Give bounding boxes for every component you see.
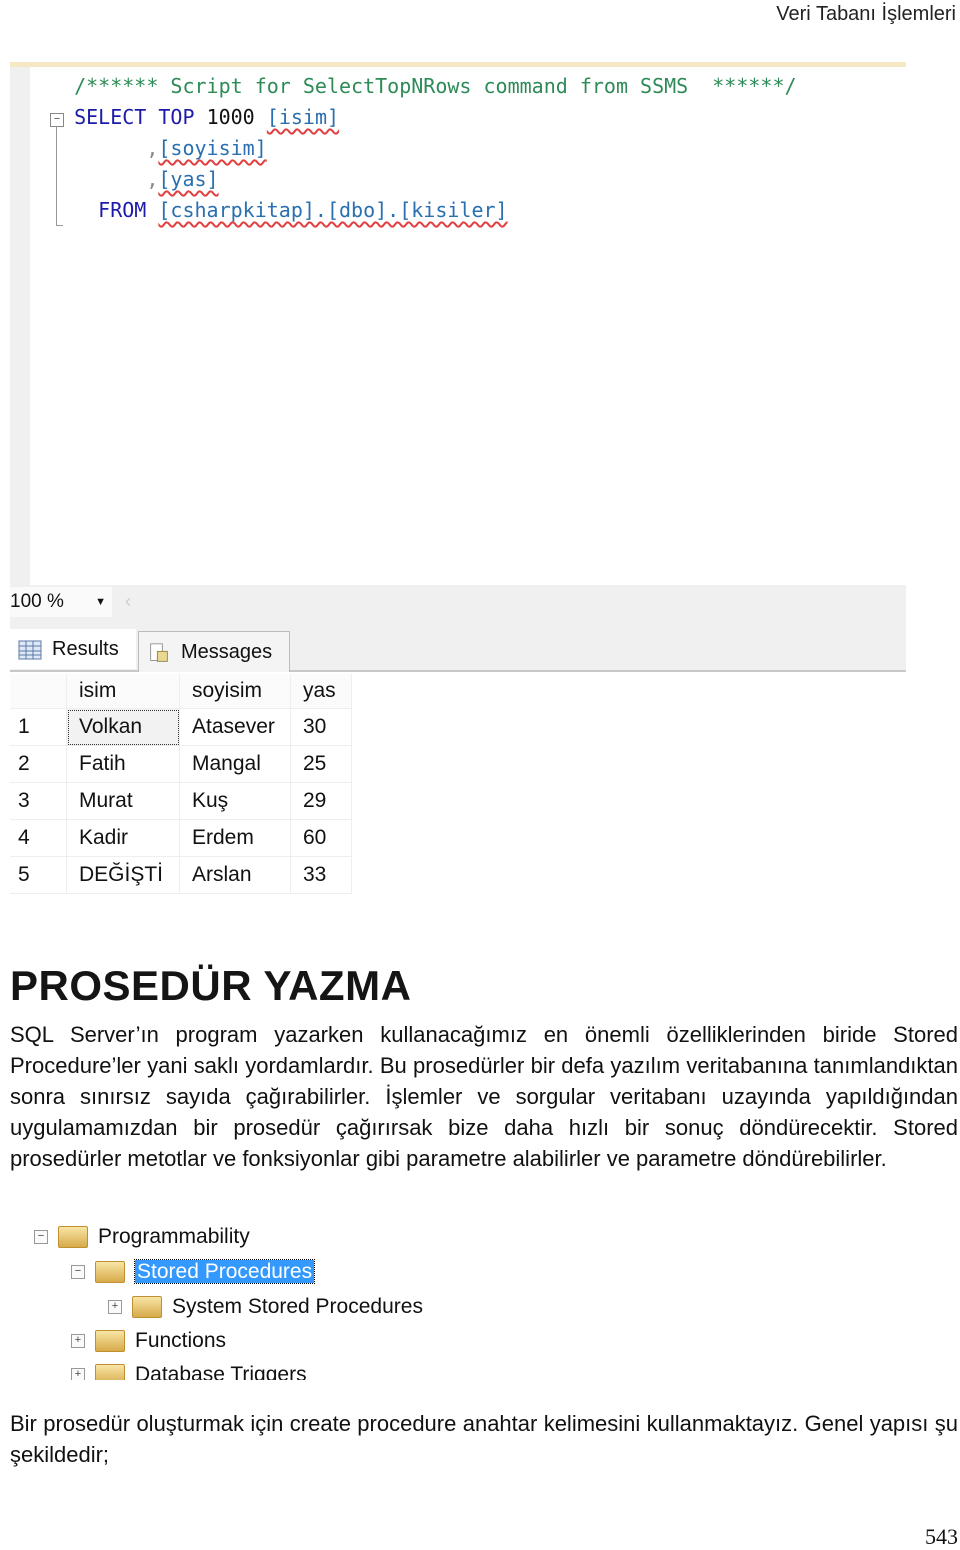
table-row: 2 Fatih Mangal 25: [10, 745, 352, 783]
sql-code: /****** Script for SelectTopNRows comman…: [50, 71, 797, 226]
grid-cell[interactable]: Erdem: [179, 819, 291, 857]
chevron-down-icon: ▼: [95, 596, 106, 608]
column-header[interactable]: yas: [290, 674, 352, 709]
expand-icon[interactable]: +: [108, 1300, 122, 1315]
table-row: 3 Murat Kuş 29: [10, 782, 352, 820]
tree-node-label: System Stored Procedures: [172, 1295, 423, 1318]
grid-cell[interactable]: Mangal: [179, 745, 291, 783]
row-number[interactable]: 4: [10, 819, 67, 857]
grid-cell[interactable]: 25: [290, 745, 352, 783]
grid-cell[interactable]: Kadir: [66, 819, 180, 857]
table-row: 4 Kadir Erdem 60: [10, 819, 352, 857]
tree-node-database-triggers[interactable]: + Database Triggers: [71, 1360, 307, 1380]
collapse-icon[interactable]: −: [71, 1265, 85, 1280]
sql-identifier: [yas]: [158, 167, 219, 191]
row-number[interactable]: 5: [10, 856, 67, 894]
grid-cell[interactable]: 30: [290, 708, 352, 746]
row-number[interactable]: 1: [10, 708, 67, 746]
body-paragraph: Bir prosedür oluşturmak için create proc…: [10, 1411, 958, 1467]
tab-label: Results: [52, 638, 119, 660]
tree-node-stored-procedures[interactable]: − Stored Procedures: [71, 1257, 316, 1287]
scroll-left-icon[interactable]: ‹: [125, 591, 131, 612]
sql-keyword: SELECT: [74, 105, 147, 129]
tab-results[interactable]: Results: [10, 629, 136, 669]
row-number[interactable]: 3: [10, 782, 67, 820]
table-row: 5 DEĞİŞTİ Arslan 33: [10, 856, 352, 894]
results-grid: isim soyisim yas 1 Volkan Atasever 30 2 …: [10, 674, 352, 894]
folder-icon: [95, 1364, 125, 1380]
grid-cell[interactable]: DEĞİŞTİ: [66, 856, 180, 894]
messages-icon: [150, 643, 168, 662]
chapter-header: Veri Tabanı İşlemleri: [776, 3, 956, 25]
sql-identifier: [csharpkitap].[dbo].[kisiler]: [158, 198, 508, 222]
sql-identifier: [isim]: [266, 105, 340, 129]
grid-cell[interactable]: Arslan: [179, 856, 291, 894]
folder-icon: [95, 1261, 125, 1284]
zoom-value: 100 %: [10, 591, 64, 612]
body-paragraph: SQL Server’ın program yazarken kullanaca…: [10, 1022, 958, 1171]
sql-comma: ,: [146, 167, 159, 191]
tree-node-label: Functions: [135, 1329, 227, 1352]
sql-keyword: FROM: [98, 198, 147, 222]
sql-keyword: TOP: [158, 105, 195, 129]
section-heading: PROSEDÜR YAZMA: [10, 962, 412, 1009]
grid-cell[interactable]: 33: [290, 856, 352, 894]
expand-icon[interactable]: +: [71, 1368, 85, 1380]
editor-gutter: [10, 67, 30, 590]
column-header[interactable]: isim: [66, 674, 180, 709]
tab-label: Messages: [181, 641, 273, 663]
tree-node-programmability[interactable]: − Programmability: [34, 1222, 250, 1252]
grid-cell[interactable]: Murat: [66, 782, 180, 820]
object-explorer-tree: − Programmability − Stored Procedures + Sys…: [30, 1222, 490, 1380]
tree-node-functions[interactable]: + Functions: [71, 1326, 226, 1356]
grid-icon: [18, 640, 42, 660]
expand-icon[interactable]: +: [71, 1334, 85, 1349]
tree-node-label: Database Triggers: [135, 1363, 307, 1380]
grid-cell[interactable]: 60: [290, 819, 352, 857]
page-number: 543: [925, 1524, 958, 1549]
grid-header-row: isim soyisim yas: [10, 674, 352, 709]
sql-query-editor[interactable]: − /****** Script for SelectTopNRows comm…: [10, 62, 906, 590]
grid-cell[interactable]: Volkan: [66, 708, 180, 746]
sql-number: 1000: [206, 105, 255, 129]
grid-cell[interactable]: Fatih: [66, 745, 180, 783]
folder-icon: [58, 1226, 88, 1249]
collapse-icon[interactable]: −: [34, 1230, 48, 1245]
grid-cell[interactable]: Atasever: [179, 708, 291, 746]
folder-icon: [95, 1330, 125, 1353]
table-row: 1 Volkan Atasever 30: [10, 708, 352, 746]
results-toolbar: 100 % ▼ ‹ Results Messages: [10, 585, 906, 672]
sql-comma: ,: [146, 136, 159, 160]
sql-comment: /****** Script for SelectTopNRows comman…: [74, 74, 797, 98]
tree-node-system-stored-procedures[interactable]: + System Stored Procedures: [108, 1292, 423, 1322]
row-number[interactable]: 2: [10, 745, 67, 783]
tree-node-label: Stored Procedures: [133, 1259, 316, 1284]
row-number-header: [10, 674, 67, 709]
tree-node-label: Programmability: [98, 1225, 250, 1248]
grid-cell[interactable]: Kuş: [179, 782, 291, 820]
tab-messages[interactable]: Messages: [138, 631, 290, 672]
sql-identifier: [soyisim]: [158, 136, 267, 160]
folder-icon: [132, 1296, 162, 1319]
zoom-dropdown[interactable]: 100 % ▼: [10, 587, 112, 617]
column-header[interactable]: soyisim: [179, 674, 291, 709]
grid-cell[interactable]: 29: [290, 782, 352, 820]
